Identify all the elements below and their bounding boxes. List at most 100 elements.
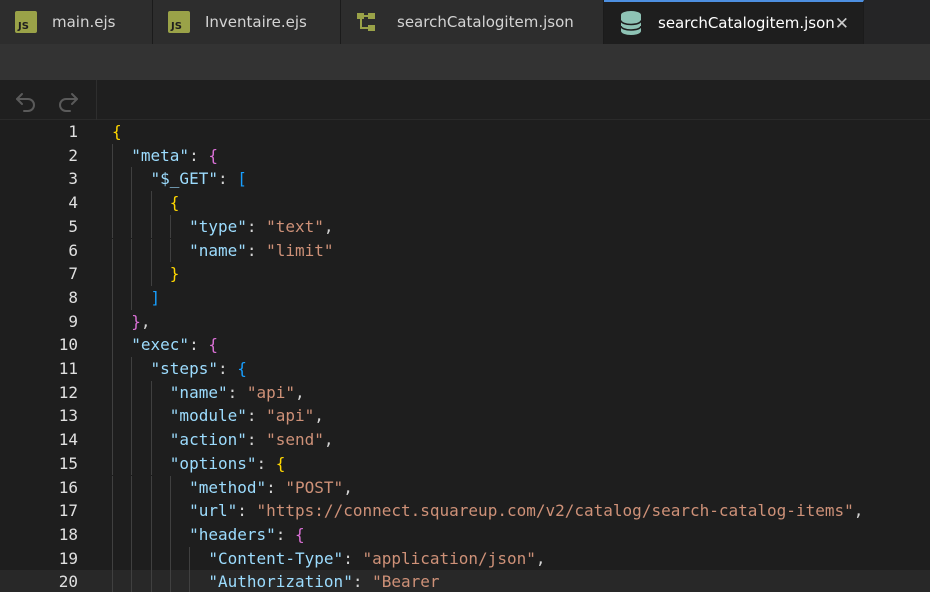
code-line[interactable]: 17 "url": "https://connect.squareup.com/… — [0, 499, 930, 523]
line-number: 6 — [68, 240, 78, 260]
code-token: : — [217, 169, 238, 189]
code-token: "type" — [189, 216, 247, 236]
code-token: "headers" — [189, 524, 276, 544]
code-token: , — [140, 311, 151, 331]
tab-3[interactable]: searchCatalogitem.json — [341, 0, 604, 44]
close-tab-icon[interactable]: ✕ — [835, 14, 849, 34]
code-token: : — [246, 430, 267, 450]
line-number: 7 — [68, 264, 78, 284]
js-file-icon: JS — [15, 11, 37, 33]
code-token: "send" — [266, 430, 324, 450]
code-token: "meta" — [131, 145, 190, 165]
redo-icon — [59, 93, 78, 112]
code-line[interactable]: 8 ] — [0, 285, 930, 310]
line-number: 10 — [58, 335, 78, 355]
code-token: , — [323, 430, 334, 450]
code-token: : — [246, 216, 267, 236]
code-text: "Authorization": "Bearer — [112, 570, 440, 592]
line-number: 14 — [58, 430, 78, 450]
code-token: "$_GET" — [150, 169, 218, 189]
code-token: "url" — [189, 501, 238, 521]
code-token: } — [169, 264, 180, 284]
line-number: 3 — [68, 169, 78, 189]
code-line[interactable]: 1{ — [0, 120, 930, 144]
line-number: 18 — [58, 524, 78, 544]
code-line[interactable]: 20 "Authorization": "Bearer — [0, 570, 930, 592]
code-line[interactable]: 9 }, — [0, 309, 930, 334]
code-text: "url": "https://connect.squareup.com/v2/… — [112, 499, 863, 523]
code-line[interactable]: 19 "Content-Type": "application/json", — [0, 546, 930, 571]
code-line[interactable]: 15 "options": { — [0, 451, 930, 476]
code-token: : — [352, 572, 373, 592]
code-token: "options" — [169, 453, 257, 473]
breadcrumb-bar — [0, 44, 930, 80]
code-editor[interactable]: 1{2 "meta": {3 "$_GET": [4 {5 "type": "t… — [0, 120, 930, 592]
line-number: 2 — [68, 145, 78, 165]
code-token: { — [112, 122, 122, 141]
redo-button[interactable] — [56, 89, 80, 113]
code-token: } — [131, 311, 141, 331]
code-token: { — [295, 524, 305, 544]
code-text: "options": { — [112, 452, 286, 476]
code-line[interactable]: 11 "steps": { — [0, 357, 930, 381]
code-token: , — [343, 477, 353, 497]
code-token: , — [314, 406, 324, 426]
code-token: "POST" — [285, 477, 344, 497]
code-line[interactable]: 7 } — [0, 262, 930, 286]
code-token: : — [256, 453, 276, 473]
js-file-icon: JS — [168, 11, 190, 33]
code-line[interactable]: 12 "name": "api", — [0, 380, 930, 405]
code-token: : — [189, 335, 209, 355]
code-line[interactable]: 14 "action": "send", — [0, 428, 930, 452]
code-line[interactable]: 2 "meta": { — [0, 143, 930, 168]
code-token: : — [275, 524, 296, 544]
code-text: "module": "api", — [112, 404, 324, 428]
line-number: 8 — [68, 287, 78, 307]
code-token: "api" — [246, 382, 296, 402]
code-line[interactable]: 18 "headers": { — [0, 522, 930, 547]
tab-4[interactable]: searchCatalogitem.json ✕ — [604, 0, 864, 44]
code-text: { — [112, 120, 122, 144]
tab-1[interactable]: JS main.ejs — [0, 0, 153, 44]
code-line[interactable]: 16 "method": "POST", — [0, 475, 930, 500]
code-token: ] — [150, 287, 161, 307]
undo-icon — [16, 93, 35, 112]
line-number: 20 — [58, 572, 78, 592]
code-line[interactable]: 13 "module": "api", — [0, 404, 930, 429]
tab-2[interactable]: JS Inventaire.ejs — [153, 0, 341, 44]
code-line[interactable]: 5 "type": "text", — [0, 214, 930, 239]
code-text: ] — [112, 286, 161, 310]
line-number: 19 — [58, 548, 78, 568]
code-token: "text" — [266, 216, 324, 236]
line-number: 11 — [58, 359, 78, 378]
code-line[interactable]: 3 "$_GET": [ — [0, 167, 930, 192]
tab-bar: JS main.ejs JS Inventaire.ejs searchCatalogi… — [0, 0, 930, 44]
code-token: [ — [237, 169, 247, 189]
js-icon-text: JS — [18, 21, 29, 32]
code-line[interactable]: 6 "name": "limit" — [0, 238, 930, 263]
code-line[interactable]: 4 { — [0, 191, 930, 215]
code-token: "name" — [189, 240, 247, 260]
code-token: "action" — [169, 430, 247, 450]
code-token: : — [189, 145, 209, 165]
undo-button[interactable] — [14, 89, 38, 113]
code-text: } — [112, 262, 180, 286]
code-token: "Bearer — [372, 572, 440, 592]
code-token: : — [266, 477, 286, 497]
code-token: { — [275, 453, 286, 473]
code-token: : — [217, 359, 238, 378]
line-number: 4 — [68, 193, 78, 213]
code-text: "type": "text", — [112, 215, 334, 239]
code-line[interactable]: 10 "exec": { — [0, 333, 930, 357]
code-token: : — [227, 382, 247, 402]
